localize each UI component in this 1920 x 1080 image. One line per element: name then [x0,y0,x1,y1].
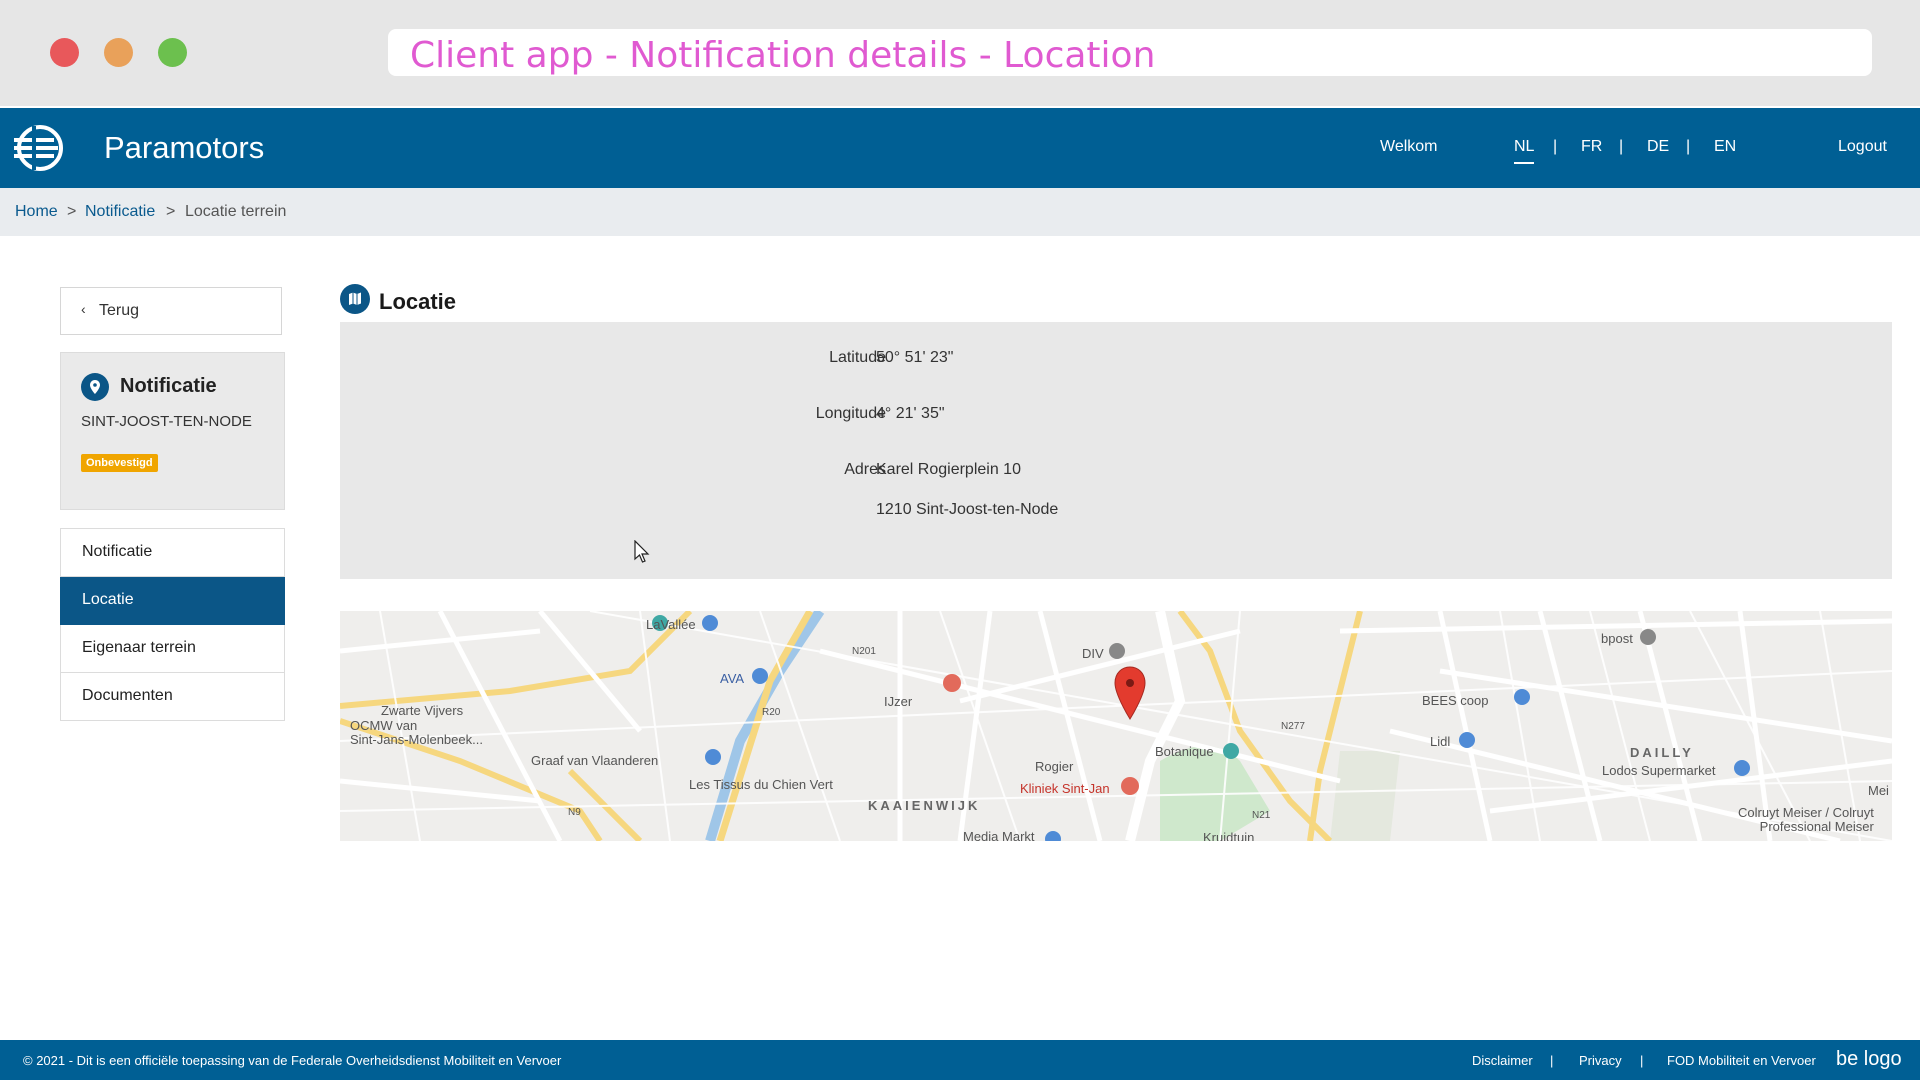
map-label: BEES coop [1422,693,1489,708]
chevron-left-icon: ‹ [81,301,86,317]
address-label: Adres [844,461,886,478]
footer-separator: | [1640,1053,1644,1068]
map-label: N277 [1281,721,1305,732]
longitude-value: 4° 21' 35" [876,405,945,422]
lang-separator: | [1619,138,1624,155]
map-label: Botanique [1155,744,1214,759]
sidebar-item-eigenaar-terrein[interactable]: Eigenaar terrein [60,625,285,673]
welcome-text: Welkom [1380,138,1438,155]
notification-summary-card: Notificatie SINT-JOOST-TEN-NODE Onbevest… [60,352,285,510]
page-title: Locatie [379,289,457,314]
location-details-panel: Latitude 50° 51' 23" Longitude 4° 21' 35… [340,322,1892,579]
map-label: DAILLY [1630,745,1694,760]
breadcrumb-home-link[interactable]: Home [15,203,58,221]
map-label: AVA [720,671,745,686]
map-label: Zwarte Vijvers [381,703,464,718]
map-label: Les Tissus du Chien Vert [689,777,833,792]
breadcrumb-current: Locatie terrein [185,203,287,220]
maximize-window-button[interactable] [158,38,187,67]
window-title-bar: Client app - Notification details - Loca… [388,29,1872,76]
map-label: IJzer [884,694,913,709]
app-logo-icon[interactable] [14,122,66,174]
map-label: OCMW van Sint-Jans-Molenbeek... [350,718,483,747]
map-label: N9 [568,807,581,818]
back-button-label: Terug [99,302,140,319]
lang-nl-link[interactable]: NL [1514,138,1535,164]
map-icon [340,284,370,319]
location-map[interactable]: LaVallée DIV bpost AVA IJzer Zwarte Vijv… [340,611,1892,841]
status-badge: Onbevestigd [81,454,158,472]
close-window-button[interactable] [50,38,79,67]
lang-en-link[interactable]: EN [1714,138,1736,156]
map-label: LaVallée [646,617,696,632]
address-city: 1210 Sint-Joost-ten-Node [876,501,1059,518]
map-label: N21 [1252,810,1271,821]
card-title: Notificatie [120,375,217,397]
map-label: Kliniek Sint-Jan [1020,781,1110,796]
sidebar-menu: Notificatie Locatie Eigenaar terrein Doc… [60,528,285,721]
map-label: Rogier [1035,759,1074,774]
map-label: R20 [762,707,781,718]
sidebar-item-locatie[interactable]: Locatie [60,577,285,625]
breadcrumb-notification-link[interactable]: Notificatie [85,203,155,221]
be-logo-alt: be logo [1836,1048,1902,1070]
window-chrome: Client app - Notification details - Loca… [0,0,1920,106]
card-municipality: SINT-JOOST-TEN-NODE [81,413,252,430]
logout-link[interactable]: Logout [1838,138,1887,156]
app-name[interactable]: Paramotors [104,130,264,166]
be-logo[interactable]: be logo [1836,1048,1902,1071]
sidebar-item-label: Eigenaar terrein [82,639,196,656]
page-footer: © 2021 - Dit is een officiële toepassing… [0,1040,1920,1080]
latitude-label: Latitude [829,349,886,366]
latitude-value: 50° 51' 23" [876,349,954,366]
footer-privacy-link[interactable]: Privacy [1579,1053,1622,1068]
footer-fod-link[interactable]: FOD Mobiliteit en Vervoer [1667,1053,1816,1068]
map-label: Mei [1868,783,1889,798]
map-label: Colruyt Meiser / Colruyt Professional Me… [1738,805,1874,834]
sidebar-item-label: Documenten [82,687,173,704]
sidebar-item-label: Locatie [82,591,134,608]
lang-fr-link[interactable]: FR [1581,138,1602,156]
map-label: bpost [1601,631,1633,646]
map-label: Lidl [1430,734,1451,749]
back-button[interactable]: ‹ Terug [60,287,282,335]
address-street: Karel Rogierplein 10 [876,461,1021,478]
map-label: Media Markt [963,829,1035,841]
lang-separator: | [1686,138,1691,155]
map-label: Lodos Supermarket [1602,763,1716,778]
window-title: Client app - Notification details - Loca… [410,35,1156,76]
minimize-window-button[interactable] [104,38,133,67]
mouse-cursor-icon [634,540,650,563]
location-pin-icon [81,373,109,401]
map-label: N201 [852,646,876,657]
footer-disclaimer-link[interactable]: Disclaimer [1472,1053,1533,1068]
map-label: Kruidtuin [1203,830,1255,841]
lang-de-link[interactable]: DE [1647,138,1669,156]
map-label: Graaf van Vlaanderen [531,753,659,768]
sidebar-item-notificatie[interactable]: Notificatie [60,528,285,577]
footer-copyright: © 2021 - Dit is een officiële toepassing… [23,1053,562,1068]
map-label: DIV [1082,646,1104,661]
map-label: KAAIENWIJK [868,798,981,813]
breadcrumb: Home > Notificatie > Locatie terrein [0,188,1920,236]
breadcrumb-separator: > [166,203,176,220]
sidebar-item-label: Notificatie [82,543,153,560]
footer-separator: | [1550,1053,1554,1068]
longitude-label: Longitude [815,405,886,422]
app-header: Paramotors Welkom NL | FR | DE | EN Logo… [0,108,1920,188]
lang-separator: | [1553,138,1558,155]
breadcrumb-separator: > [67,203,77,220]
sidebar-item-documenten[interactable]: Documenten [60,673,285,721]
